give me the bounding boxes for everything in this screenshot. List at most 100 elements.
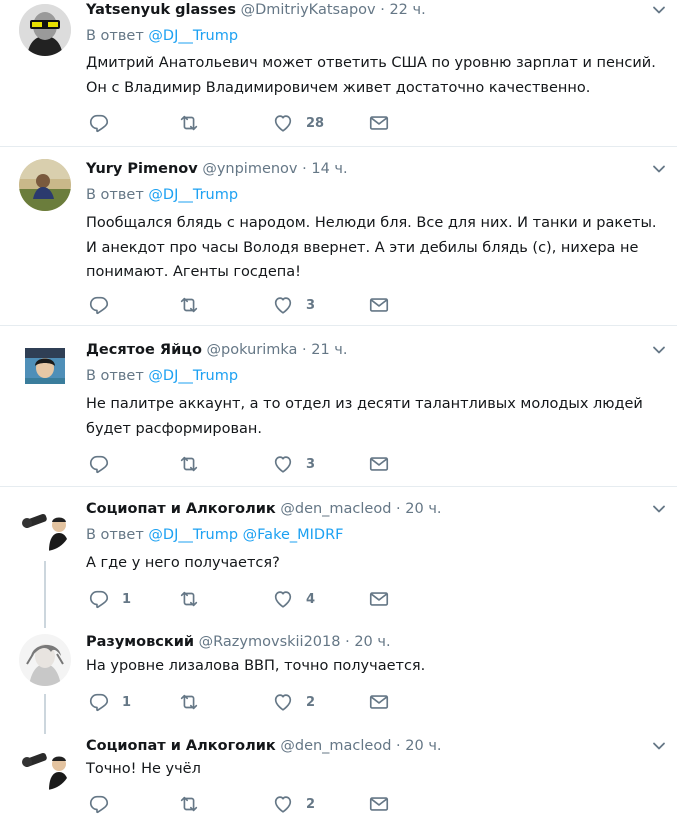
dm-button[interactable] <box>368 294 390 316</box>
tweet-actions: 28 <box>88 112 408 134</box>
reply-button[interactable] <box>88 112 122 134</box>
dm-button[interactable] <box>368 793 390 815</box>
tweet[interactable]: Социопат и Алкоголик @den_macleod · 20 ч… <box>0 487 677 620</box>
reply-context: В ответ @DJ__Trump <box>86 366 238 386</box>
author-name[interactable]: Yatsenyuk glasses <box>86 2 236 18</box>
tweet-text: Дмитрий Анатольевич может ответить США п… <box>86 55 656 96</box>
like-button[interactable]: 3 <box>272 294 315 316</box>
author-name[interactable]: Разумовский <box>86 634 194 650</box>
like-count: 28 <box>306 115 325 131</box>
separator-dot: · <box>380 2 385 18</box>
reply-prefix: В ответ <box>86 368 144 384</box>
mention-link[interactable]: @DJ__Trump <box>148 28 238 44</box>
retweet-button[interactable] <box>178 294 212 316</box>
author-handle[interactable]: @den_macleod <box>280 501 391 517</box>
like-button[interactable]: 2 <box>272 793 315 815</box>
chevron-down-icon[interactable] <box>652 343 666 357</box>
thread-connector <box>44 561 46 620</box>
chevron-down-icon[interactable] <box>652 162 666 176</box>
avatar[interactable] <box>19 499 71 551</box>
retweet-button[interactable] <box>178 453 212 475</box>
dm-button[interactable] <box>368 112 390 134</box>
retweet-icon <box>178 588 200 610</box>
envelope-icon <box>368 112 390 134</box>
reply-button[interactable] <box>88 294 122 316</box>
retweet-icon <box>178 691 200 713</box>
separator-dot: · <box>302 342 307 358</box>
retweet-button[interactable] <box>178 691 212 713</box>
thread-connector <box>44 694 46 728</box>
separator-dot: · <box>302 161 307 177</box>
timestamp[interactable]: 22 ч. <box>389 2 425 18</box>
like-count: 2 <box>306 796 316 812</box>
timestamp[interactable]: 21 ч. <box>311 342 347 358</box>
reply-button[interactable]: 1 <box>88 691 131 713</box>
avatar[interactable] <box>19 634 71 686</box>
envelope-icon <box>368 691 390 713</box>
author-handle[interactable]: @ynpimenov <box>202 161 297 177</box>
retweet-button[interactable] <box>178 793 212 815</box>
retweet-icon <box>178 793 200 815</box>
retweet-icon <box>178 294 200 316</box>
avatar[interactable] <box>19 4 71 56</box>
envelope-icon <box>368 294 390 316</box>
mention-link[interactable]: @DJ__Trump <box>148 187 238 203</box>
retweet-button[interactable] <box>178 588 212 610</box>
chevron-down-icon[interactable] <box>652 739 666 753</box>
like-button[interactable]: 3 <box>272 453 315 475</box>
author-name[interactable]: Социопат и Алкоголик <box>86 501 276 517</box>
mention-link[interactable]: @DJ__Trump <box>148 368 238 384</box>
thread-connector <box>44 728 46 734</box>
avatar[interactable] <box>19 738 71 790</box>
timestamp[interactable]: 20 ч. <box>354 634 390 650</box>
author-handle[interactable]: @den_macleod <box>280 738 391 754</box>
tweet[interactable]: Социопат и Алкоголик @den_macleod · 20 ч… <box>0 728 677 821</box>
tweet[interactable]: Yury Pimenov @ynpimenov · 14 ч. В ответ … <box>0 147 677 325</box>
author-name[interactable]: Социопат и Алкоголик <box>86 738 276 754</box>
chevron-down-icon[interactable] <box>652 502 666 516</box>
timestamp[interactable]: 14 ч. <box>311 161 347 177</box>
reply-button[interactable]: 1 <box>88 588 131 610</box>
tweet-text: Не палитре аккаунт, а то отдел из десяти… <box>86 396 643 437</box>
author-handle[interactable]: @Razymovskii2018 <box>199 634 341 650</box>
reply-icon <box>88 112 110 134</box>
like-button[interactable]: 2 <box>272 691 315 713</box>
tweet-text: Пообщался блядь с народом. Нелюди бля. В… <box>86 215 657 280</box>
tweet[interactable]: Десятое Яйцо @pokurimka · 21 ч. В ответ … <box>0 326 677 486</box>
reply-button[interactable] <box>88 453 122 475</box>
reply-icon <box>88 793 110 815</box>
mention-link[interactable]: @DJ__Trump <box>148 527 238 543</box>
tweet-actions: 2 <box>88 793 408 815</box>
timestamp[interactable]: 20 ч. <box>405 501 441 517</box>
author-handle[interactable]: @DmitriyKatsapov <box>241 2 376 18</box>
avatar[interactable] <box>19 340 71 392</box>
reply-prefix: В ответ <box>86 28 144 44</box>
tweet-text: Точно! Не учёл <box>86 761 201 777</box>
retweet-button[interactable] <box>178 112 212 134</box>
timestamp[interactable]: 20 ч. <box>405 738 441 754</box>
reply-context: В ответ @DJ__Trump <box>86 26 238 46</box>
mention-link[interactable]: @Fake_MIDRF <box>243 527 344 543</box>
tweet-text: На уровне лизалова ВВП, точно получается… <box>86 658 426 674</box>
heart-icon <box>272 294 294 316</box>
like-button[interactable]: 28 <box>272 112 324 134</box>
dm-button[interactable] <box>368 691 390 713</box>
tweet[interactable]: Разумовский @Razymovskii2018 · 20 ч. На … <box>0 620 677 728</box>
dm-button[interactable] <box>368 588 390 610</box>
reply-context: В ответ @DJ__Trump <box>86 185 238 205</box>
dm-button[interactable] <box>368 453 390 475</box>
chevron-down-icon[interactable] <box>652 3 666 17</box>
reply-icon <box>88 453 110 475</box>
tweet-actions: 1 4 <box>88 588 408 610</box>
author-name[interactable]: Десятое Яйцо <box>86 342 202 358</box>
heart-icon <box>272 453 294 475</box>
reply-icon <box>88 588 110 610</box>
reply-button[interactable] <box>88 793 122 815</box>
author-name[interactable]: Yury Pimenov <box>86 161 198 177</box>
author-handle[interactable]: @pokurimka <box>207 342 298 358</box>
avatar[interactable] <box>19 159 71 211</box>
reply-icon <box>88 294 110 316</box>
tweet[interactable]: Yatsenyuk glasses @DmitriyKatsapov · 22 … <box>0 0 677 147</box>
like-button[interactable]: 4 <box>272 588 315 610</box>
tweet-text: А где у него получается? <box>86 555 280 571</box>
